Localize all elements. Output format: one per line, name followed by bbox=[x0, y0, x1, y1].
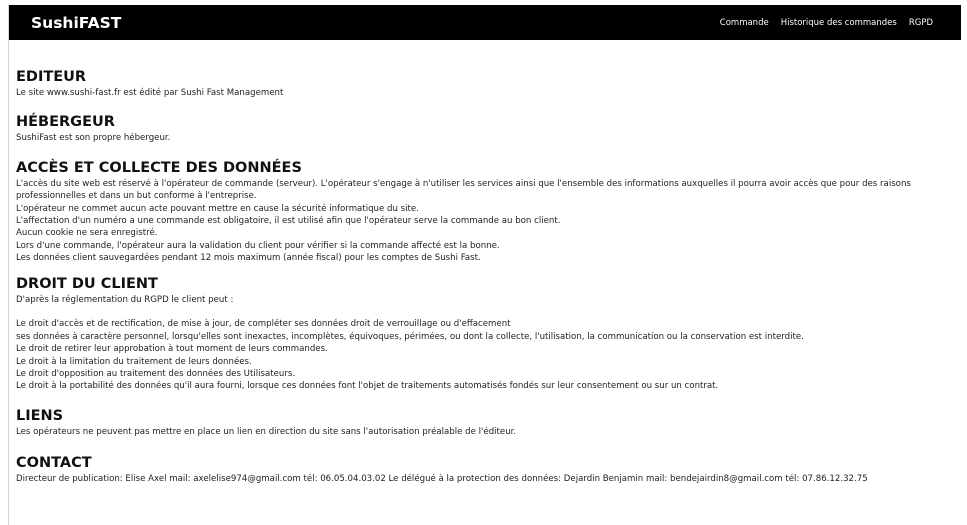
section-text: SushiFast est son propre hébergeur. bbox=[16, 133, 171, 144]
section-title-contact: CONTACT bbox=[16, 455, 92, 472]
section-contact: CONTACT Directeur de publication: Elise … bbox=[16, 455, 954, 485]
section-editeur: EDITEUR Le site www.sushi-fast.fr est éd… bbox=[16, 69, 954, 99]
section-text: ses données à caractère personnel, lorsq… bbox=[16, 331, 804, 342]
section-text: L'affectation d'un numéro a une commande… bbox=[16, 216, 561, 227]
section-text: Les données client sauvegardées pendant … bbox=[16, 253, 481, 264]
section-liens: LIENS Les opérateurs ne peuvent pas mett… bbox=[16, 408, 954, 438]
section-title-droit: DROIT DU CLIENT bbox=[16, 275, 158, 292]
section-droit-client: DROIT DU CLIENT D'après la réglementatio… bbox=[16, 276, 954, 393]
section-text: Le droit d'accès et de rectification, de… bbox=[16, 319, 511, 330]
section-text: L'opérateur ne commet aucun acte pouvant… bbox=[16, 203, 419, 214]
section-text: Le droit à la portabilité des données qu… bbox=[16, 381, 719, 392]
section-text: Aucun cookie ne sera enregistré. bbox=[16, 228, 158, 239]
section-title-acces: ACCÈS ET COLLECTE DES DONNÉES bbox=[16, 159, 302, 176]
nav-links: Commande Historique des commandes RGPD bbox=[720, 18, 933, 28]
section-text: Directeur de publication: Elise Axel mai… bbox=[16, 474, 868, 485]
section-text: Le droit d'opposition au traitement des … bbox=[16, 369, 296, 380]
legal-content: EDITEUR Le site www.sushi-fast.fr est éd… bbox=[9, 40, 961, 486]
section-hebergeur: HÉBERGEUR SushiFast est son propre héber… bbox=[16, 114, 954, 144]
section-title-hebergeur: HÉBERGEUR bbox=[16, 114, 115, 131]
section-text: Le site www.sushi-fast.fr est édité par … bbox=[16, 88, 284, 98]
section-title-editeur: EDITEUR bbox=[16, 69, 87, 85]
section-intro: D'après la réglementation du RGPD le cli… bbox=[16, 294, 234, 305]
section-title-liens: LIENS bbox=[16, 407, 64, 424]
nav-link-rgpd[interactable]: RGPD bbox=[909, 18, 933, 28]
section-text: Les opérateurs ne peuvent pas mettre en … bbox=[16, 426, 517, 437]
brand-logo-link[interactable]: SushiFAST bbox=[31, 14, 121, 32]
page-frame: SushiFAST Commande Historique des comman… bbox=[8, 5, 961, 525]
nav-link-commande[interactable]: Commande bbox=[720, 18, 769, 28]
section-text: L'accès du site web est réservé à l'opér… bbox=[16, 178, 911, 202]
section-text: Le droit à la limitation du traitement d… bbox=[16, 356, 252, 367]
section-text: Lors d'une commande, l'opérateur aura la… bbox=[16, 240, 500, 251]
nav-link-historique[interactable]: Historique des commandes bbox=[781, 18, 897, 28]
section-acces: ACCÈS ET COLLECTE DES DONNÉES L'accès du… bbox=[16, 160, 954, 265]
section-text: Le droit de retirer leur approbation à t… bbox=[16, 344, 328, 355]
navbar: SushiFAST Commande Historique des comman… bbox=[9, 5, 961, 40]
